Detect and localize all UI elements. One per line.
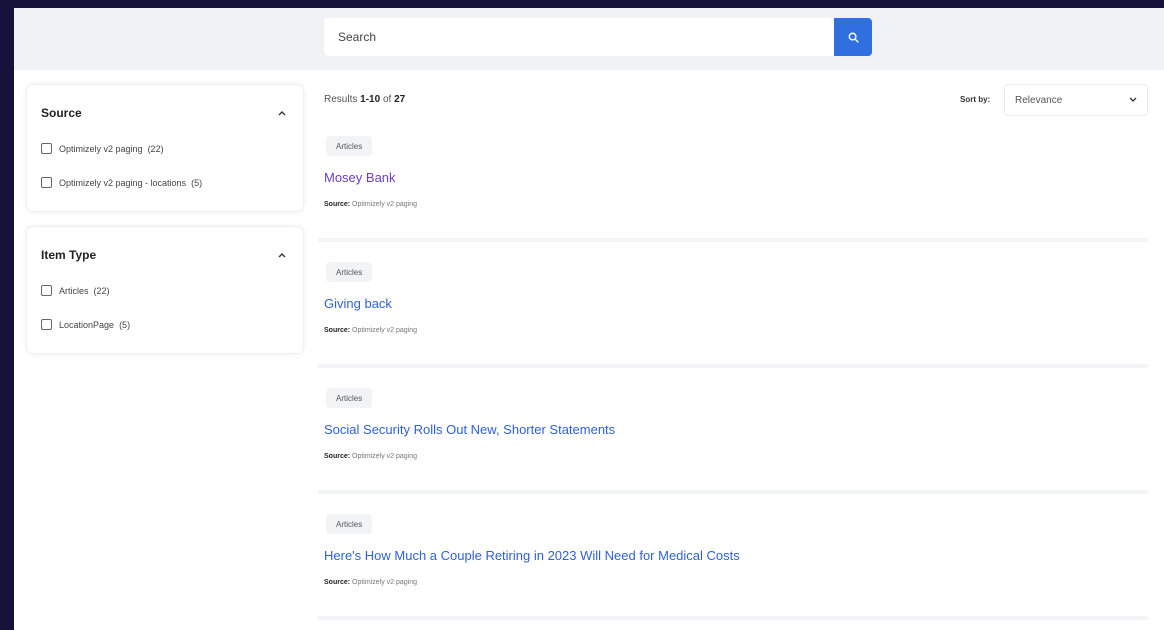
facet-title: Item Type xyxy=(41,248,97,262)
result-item: Articles Social Security Rolls Out New, … xyxy=(318,378,1148,494)
result-source-value: Optimizely v2 paging xyxy=(352,453,417,460)
result-source-value: Optimizely v2 paging xyxy=(352,201,417,208)
result-source: Source: Optimizely v2 paging xyxy=(324,327,417,334)
search-button[interactable] xyxy=(834,18,872,56)
facet-option-count: (22) xyxy=(93,285,110,296)
result-title-link[interactable]: Mosey Bank xyxy=(324,170,396,185)
facet-option-count: (5) xyxy=(119,319,131,330)
results-prefix: Results xyxy=(324,94,358,105)
result-source-label: Source: xyxy=(324,201,351,208)
checkbox[interactable] xyxy=(41,319,52,330)
results-total: 27 xyxy=(394,94,406,105)
checkbox[interactable] xyxy=(41,177,52,188)
search-input[interactable] xyxy=(324,18,834,56)
result-type-tag: Articles xyxy=(326,514,373,534)
chevron-up-icon xyxy=(278,111,286,116)
facet-collapse-toggle[interactable] xyxy=(275,106,289,120)
checkbox[interactable] xyxy=(41,143,52,154)
result-source: Source: Optimizely v2 paging xyxy=(324,453,417,460)
result-source-label: Source: xyxy=(324,453,351,460)
results-range: 1-10 xyxy=(360,94,381,105)
facet-option-label: Optimizely v2 paging xyxy=(59,143,143,154)
result-title-link[interactable]: Here's How Much a Couple Retiring in 202… xyxy=(324,548,740,563)
facet-header: Item Type xyxy=(41,247,289,263)
sort-dropdown[interactable]: Relevance xyxy=(1004,84,1148,116)
search-box xyxy=(324,18,872,56)
result-source: Source: Optimizely v2 paging xyxy=(324,201,417,208)
result-source-label: Source: xyxy=(324,579,351,586)
facet-collapse-toggle[interactable] xyxy=(275,248,289,262)
result-item: Articles Giving back Source: Optimizely … xyxy=(318,252,1148,368)
search-icon xyxy=(848,32,859,43)
results-of: of xyxy=(382,94,392,105)
result-source-value: Optimizely v2 paging xyxy=(352,579,417,586)
facet-option[interactable]: Optimizely v2 paging (22) xyxy=(41,143,164,154)
sort-label: Sort by: xyxy=(960,95,991,104)
sort-value: Relevance xyxy=(1015,94,1063,106)
facet-option[interactable]: LocationPage (5) xyxy=(41,319,130,330)
result-title-link[interactable]: Giving back xyxy=(324,296,392,311)
facet-option-label: Articles xyxy=(59,285,89,296)
result-type-tag: Articles xyxy=(326,136,373,156)
facet-option-label: LocationPage xyxy=(59,319,115,330)
result-source-label: Source: xyxy=(324,327,351,334)
chevron-down-icon xyxy=(1129,97,1137,102)
result-source: Source: Optimizely v2 paging xyxy=(324,579,417,586)
search-page: Source Optimizely v2 paging (22) Optimiz… xyxy=(14,8,1164,630)
result-source-value: Optimizely v2 paging xyxy=(352,327,417,334)
facet-option-label: Optimizely v2 paging - locations xyxy=(59,177,187,188)
facet-option[interactable]: Articles (22) xyxy=(41,285,110,296)
facet-source: Source Optimizely v2 paging (22) Optimiz… xyxy=(26,84,304,212)
facet-item-type: Item Type Articles (22) LocationPage (5) xyxy=(26,226,304,354)
facet-option-count: (5) xyxy=(191,177,203,188)
result-type-tag: Articles xyxy=(326,262,373,282)
result-type-tag: Articles xyxy=(326,388,373,408)
facet-option-count: (22) xyxy=(147,143,164,154)
result-item: Articles Mosey Bank Source: Optimizely v… xyxy=(318,126,1148,242)
facet-header: Source xyxy=(41,105,289,121)
facet-option[interactable]: Optimizely v2 paging - locations (5) xyxy=(41,177,202,188)
result-title-link[interactable]: Social Security Rolls Out New, Shorter S… xyxy=(324,422,615,437)
checkbox[interactable] xyxy=(41,285,52,296)
facet-title: Source xyxy=(41,106,82,120)
chevron-up-icon xyxy=(278,253,286,258)
result-item: Articles Here's How Much a Couple Retiri… xyxy=(318,504,1148,620)
results-summary: Results 1-10 of 27 xyxy=(324,94,405,105)
search-bar-area xyxy=(14,8,1164,70)
